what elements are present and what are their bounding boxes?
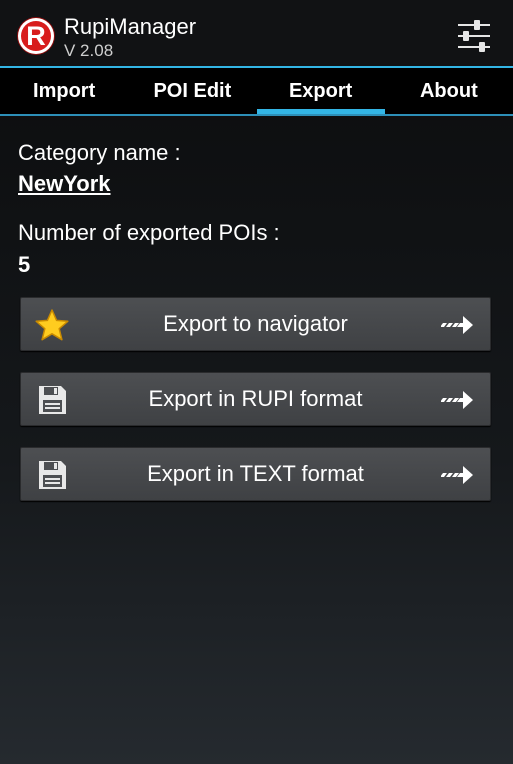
tab-bar: Import POI Edit Export About (0, 68, 513, 114)
export-rupi-format-label: Export in RUPI format (148, 386, 363, 411)
app-version: V 2.08 (64, 41, 114, 60)
app-title: RupiManager (64, 14, 197, 39)
arrow-right-icon (441, 466, 473, 484)
arrow-right-icon (441, 316, 473, 334)
category-name-label: Category name : (18, 140, 181, 165)
export-rupi-format-button[interactable]: Export in RUPI format (20, 372, 491, 426)
exported-count-label: Number of exported POIs : (18, 220, 280, 245)
export-text-format-button[interactable]: Export in TEXT format (20, 447, 491, 501)
export-text-format-label: Export in TEXT format (147, 461, 364, 486)
settings-button[interactable] (454, 18, 494, 54)
tab-about[interactable]: About (385, 68, 513, 114)
tab-export[interactable]: Export (256, 68, 386, 114)
arrow-right-icon (441, 391, 473, 409)
app-bar: R RupiManager V 2.08 (0, 0, 513, 67)
tab-bar-divider (0, 114, 513, 116)
category-name-value[interactable]: NewYork (18, 171, 111, 197)
export-to-navigator-button[interactable]: Export to navigator (20, 297, 491, 351)
sliders-icon (458, 20, 490, 52)
tab-poi-edit[interactable]: POI Edit (128, 68, 256, 114)
app-logo: R (18, 18, 54, 54)
tab-import[interactable]: Import (0, 68, 128, 114)
export-to-navigator-label: Export to navigator (163, 311, 348, 336)
exported-count-value: 5 (18, 252, 31, 277)
